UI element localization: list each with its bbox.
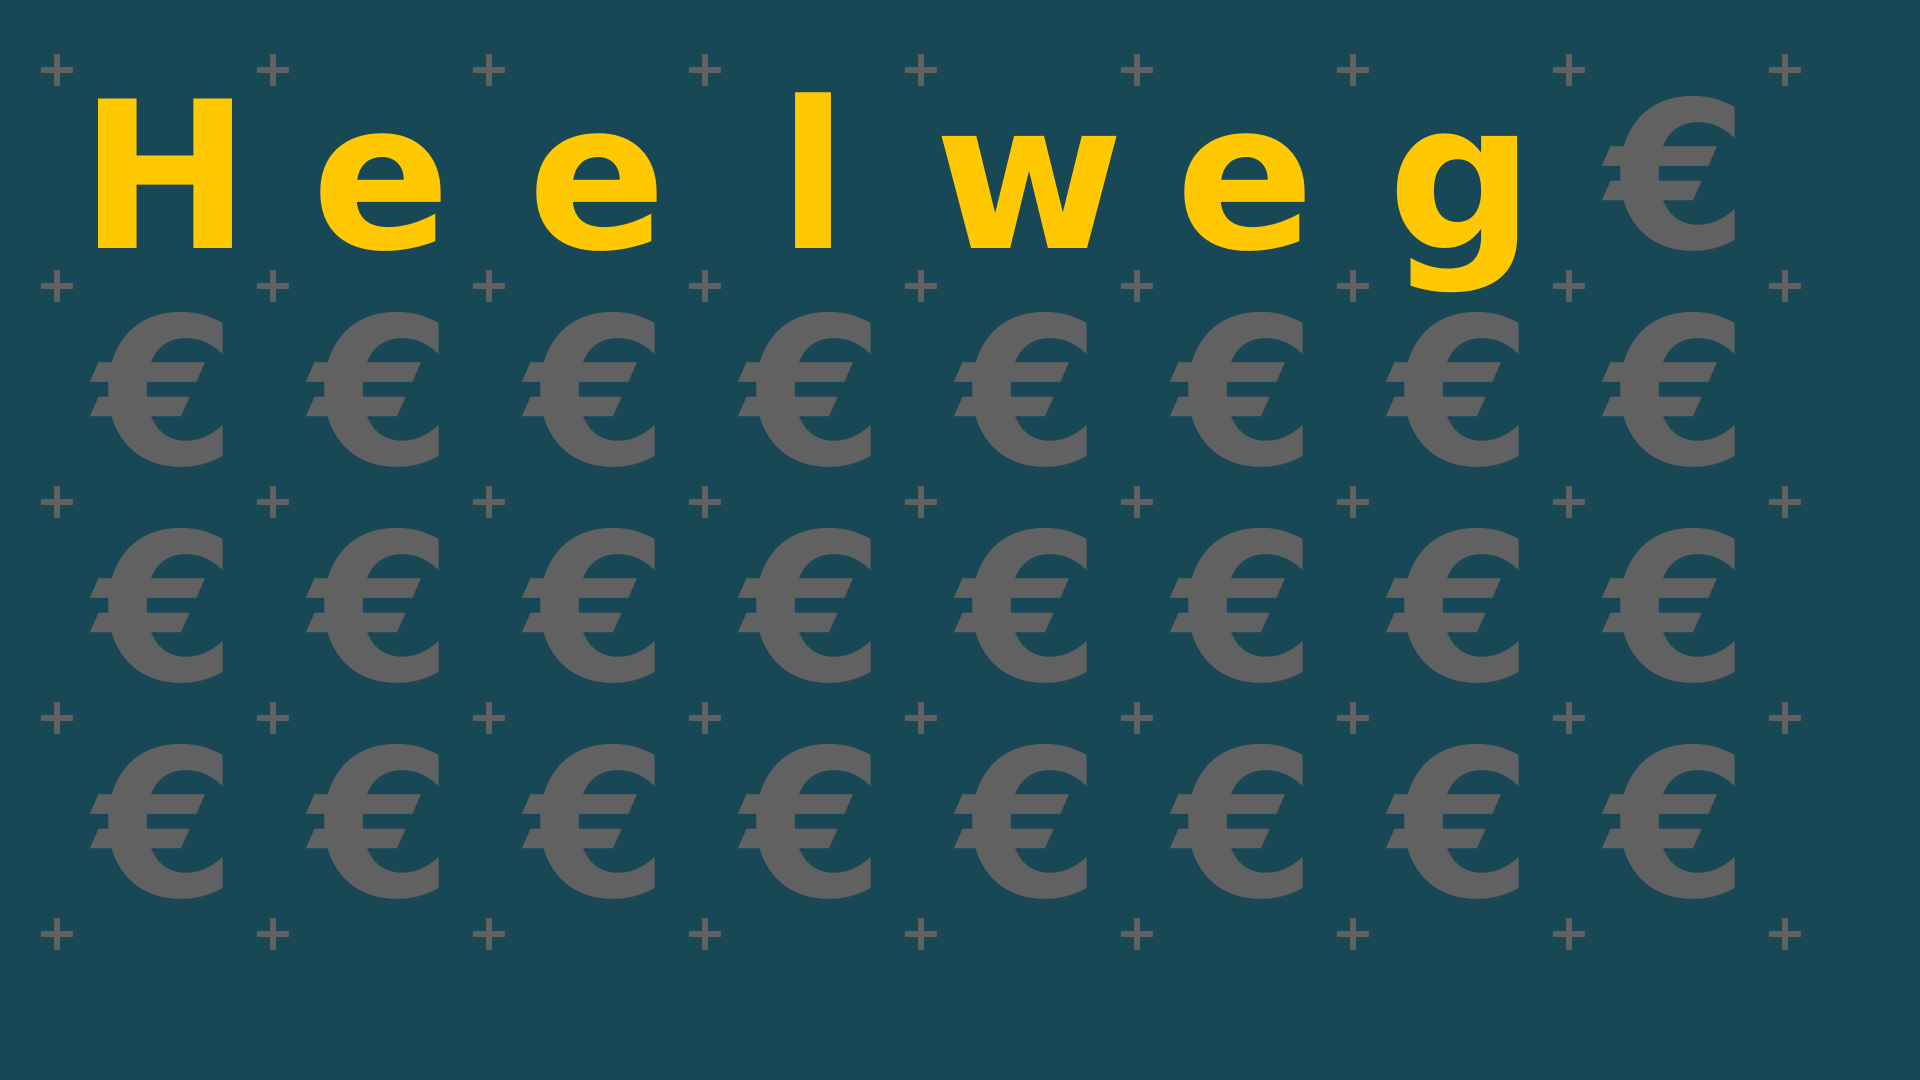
euro-icon: € [309,491,453,729]
euro-icon: € [525,707,669,945]
graphic-canvas: He e l w e g € € € € € € € € € € € € € € € € € € € € € € € € € [0,0,1920,1080]
euro-icon: € [1389,707,1533,945]
title-letter: e [1175,59,1315,297]
euro-icon: € [1173,275,1317,513]
euro-icon: € [309,707,453,945]
euro-icon: € [1605,275,1749,513]
euro-icon: € [1605,59,1749,297]
euro-icon: € [741,275,885,513]
euro-icon: € [1605,491,1749,729]
title-letter: w [934,59,1124,297]
euro-icon: € [309,275,453,513]
title-letter: e [311,59,451,297]
euro-icon: € [957,707,1101,945]
euro-icon: € [957,491,1101,729]
title-letter: g [1387,59,1535,297]
euro-icon: € [1173,491,1317,729]
euro-icon: € [741,491,885,729]
euro-icon: € [93,707,237,945]
euro-icon: € [1605,707,1749,945]
title-letter: H [79,59,251,297]
euro-icon: € [1389,491,1533,729]
title-letter: e [527,59,667,297]
euro-icon: € [525,491,669,729]
euro-icon: € [957,275,1101,513]
euro-icon: € [93,491,237,729]
euro-icon: € [741,707,885,945]
title-letter: l [777,59,849,297]
euro-icon: € [93,275,237,513]
euro-icon: € [1389,275,1533,513]
euro-icon: € [1173,707,1317,945]
euro-icon: € [525,275,669,513]
